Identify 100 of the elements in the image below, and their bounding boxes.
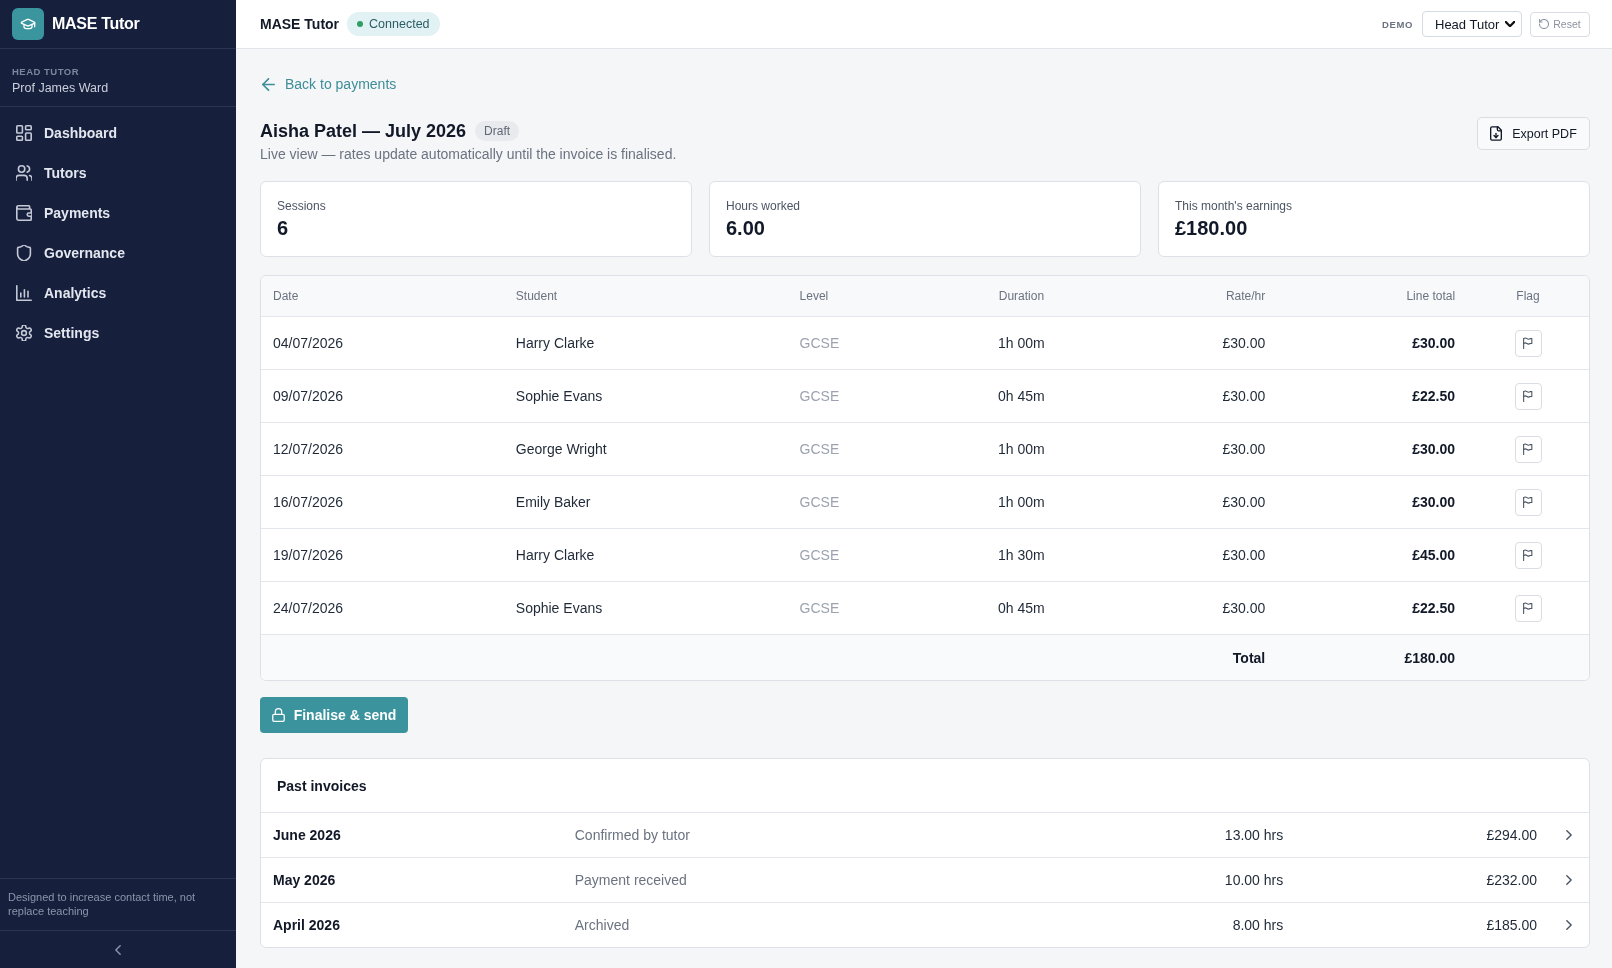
chevron-right-icon <box>1566 875 1572 885</box>
student-name: Harry Clarke <box>514 547 596 563</box>
chevron-right-icon <box>1566 830 1572 840</box>
line-total: £30.00 <box>1411 335 1457 351</box>
line-total: £30.00 <box>1411 494 1457 510</box>
student-name: Harry Clarke <box>514 335 596 351</box>
sidebar-item[interactable]: Governance <box>0 233 230 273</box>
flag-icon <box>1523 443 1534 455</box>
level-text: GCSE <box>798 547 841 563</box>
invoice-hours: 10.00 hrs <box>1223 872 1284 888</box>
student-name: George Wright <box>514 441 608 457</box>
sidebar-item[interactable]: Analytics <box>0 273 230 313</box>
invoice-status: Confirmed by tutor <box>574 827 691 843</box>
invoice-subtitle: Live view — rates update automatically until the invoice is finalised. <box>260 145 677 163</box>
user-role: HEAD TUTOR <box>12 66 81 77</box>
date-text: 09/07/2026 <box>272 388 345 404</box>
rate-text: £30.00 <box>1221 441 1267 457</box>
duration-text: 0h 45m <box>997 388 1046 404</box>
level-text: GCSE <box>798 388 841 404</box>
file-download-icon <box>1490 126 1503 141</box>
sidebar-item[interactable]: Settings <box>0 313 230 353</box>
demo-label: DEMO <box>1382 18 1413 30</box>
wallet-icon <box>16 205 32 221</box>
flag-button[interactable] <box>1514 435 1542 463</box>
sidebar-item[interactable]: Payments <box>0 193 230 233</box>
flag-button[interactable] <box>1514 541 1542 569</box>
date-text: 19/07/2026 <box>272 547 345 563</box>
invoice-status: Archived <box>574 917 631 933</box>
flag-icon <box>1523 337 1534 349</box>
footer-note: Designed to increase contact time, not replace teaching <box>8 890 197 918</box>
grid-icon <box>16 125 32 141</box>
connection-label: Connected <box>369 17 430 31</box>
status-dot-icon <box>357 21 364 27</box>
total-label: Total <box>1231 649 1267 666</box>
role-select[interactable]: Head Tutor <box>1422 11 1522 37</box>
line-total: £45.00 <box>1411 547 1457 563</box>
invoice-month: June 2026 <box>272 827 342 843</box>
users-icon <box>16 165 32 181</box>
bar-chart-icon <box>16 285 32 301</box>
line-total: £22.50 <box>1411 600 1457 616</box>
invoice-amount: £294.00 <box>1485 827 1538 843</box>
export-pdf-button[interactable]: Export PDF <box>1477 117 1590 150</box>
date-text: 12/07/2026 <box>272 441 345 457</box>
date-text: 04/07/2026 <box>272 335 345 351</box>
invoice-amount: £232.00 <box>1485 872 1538 888</box>
invoice-amount: £185.00 <box>1485 917 1538 933</box>
column-header: Flag <box>1515 289 1541 303</box>
invoice-month: May 2026 <box>272 872 337 888</box>
rate-text: £30.00 <box>1221 335 1267 351</box>
total-amount: £180.00 <box>1403 649 1457 666</box>
level-text: GCSE <box>798 600 841 616</box>
flag-button[interactable] <box>1514 329 1542 357</box>
date-text: 16/07/2026 <box>272 494 345 510</box>
stat-label: This month's earnings <box>1175 199 1293 213</box>
flag-button[interactable] <box>1514 382 1542 410</box>
duration-text: 1h 00m <box>997 494 1046 510</box>
student-name: Sophie Evans <box>514 600 604 616</box>
brand-name: MASE Tutor <box>52 15 140 33</box>
status-badge: Draft <box>475 121 520 141</box>
finalise-send-button[interactable]: Finalise & send <box>260 697 408 733</box>
user-name: Prof James Ward <box>12 81 110 96</box>
column-header: Student <box>514 289 559 303</box>
flag-icon <box>1523 602 1534 614</box>
student-name: Emily Baker <box>514 494 592 510</box>
collapse-sidebar-button[interactable] <box>115 944 121 955</box>
flag-button[interactable] <box>1514 594 1542 622</box>
rate-text: £30.00 <box>1221 494 1267 510</box>
invoice-hours: 8.00 hrs <box>1231 917 1284 933</box>
settings-icon <box>16 325 32 341</box>
column-header: Date <box>272 289 300 303</box>
graduation-cap-icon <box>12 8 44 40</box>
duration-text: 0h 45m <box>997 600 1046 616</box>
date-text: 24/07/2026 <box>272 600 345 616</box>
rate-text: £30.00 <box>1221 600 1267 616</box>
column-header: Rate/hr <box>1224 289 1267 303</box>
back-link[interactable]: Back to payments <box>260 75 397 93</box>
level-text: GCSE <box>798 494 841 510</box>
flag-icon <box>1523 496 1534 508</box>
invoice-title: Aisha Patel — July 2026 <box>260 120 467 142</box>
sidebar-item[interactable]: Tutors <box>0 153 230 193</box>
stat-label: Hours worked <box>726 199 802 213</box>
stat-label: Sessions <box>277 199 327 213</box>
student-name: Sophie Evans <box>514 388 604 404</box>
sidebar-item[interactable]: Dashboard <box>0 113 230 153</box>
level-text: GCSE <box>798 441 841 457</box>
chevron-down-icon <box>1505 21 1515 27</box>
stat-value: 6 <box>277 216 290 240</box>
duration-text: 1h 30m <box>997 547 1046 563</box>
chevron-left-icon <box>115 944 121 955</box>
flag-button[interactable] <box>1514 488 1542 516</box>
column-header: Line total <box>1405 289 1457 303</box>
stat-value: 6.00 <box>726 216 766 240</box>
column-header: Level <box>798 289 830 303</box>
lock-icon <box>271 708 285 722</box>
line-total: £22.50 <box>1411 388 1457 404</box>
duration-text: 1h 00m <box>997 441 1046 457</box>
column-header: Duration <box>997 289 1046 303</box>
shield-icon <box>16 245 32 261</box>
flag-icon <box>1523 549 1534 561</box>
invoice-status: Payment received <box>574 872 688 888</box>
